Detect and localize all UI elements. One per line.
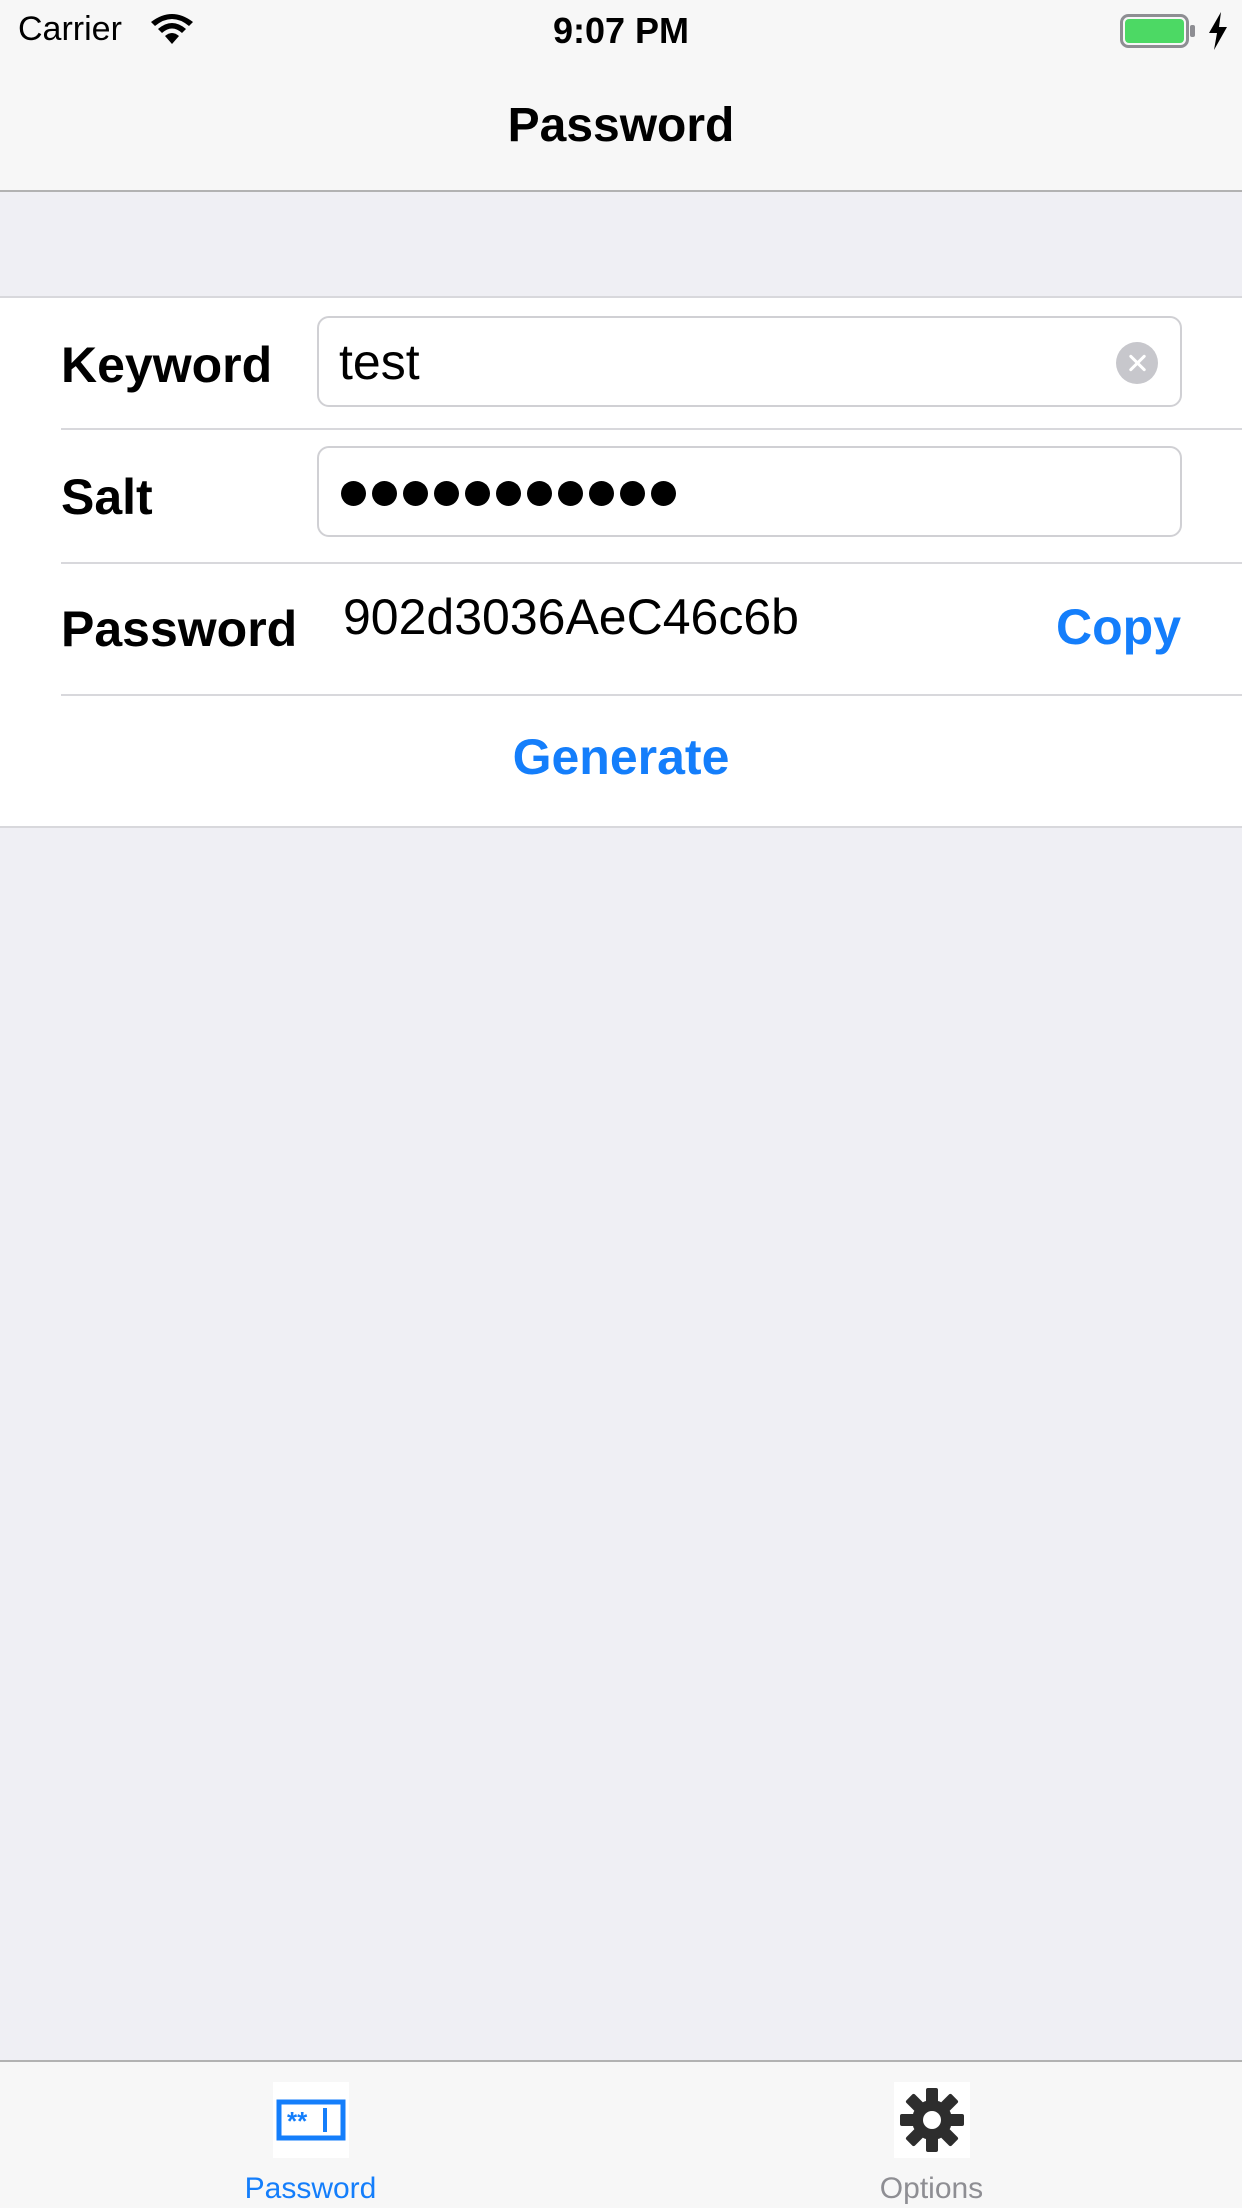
battery-icon (1120, 14, 1195, 48)
masked-char-dot (341, 480, 366, 506)
gear-icon (893, 2082, 970, 2158)
top-bar: Carrier 9:07 PM Password (0, 0, 1242, 192)
salt-masked-value (341, 470, 676, 516)
masked-char-dot (372, 480, 397, 506)
tab-options-label: Options (879, 2172, 984, 2205)
keyword-field[interactable] (317, 316, 1182, 407)
row-divider (61, 562, 1242, 564)
clear-icon[interactable] (1116, 342, 1158, 384)
status-time: 9:07 PM (552, 10, 690, 51)
tab-bar: ** Password Options (0, 2060, 1242, 2208)
masked-char-dot (527, 480, 552, 506)
keyword-input[interactable] (339, 318, 1099, 405)
masked-char-dot (434, 480, 459, 506)
password-field-icon: ** (272, 2082, 349, 2158)
generate-button[interactable]: Generate (0, 728, 1242, 786)
row-divider (61, 694, 1242, 696)
masked-char-dot (403, 480, 428, 506)
page-title: Password (507, 99, 735, 152)
tab-password[interactable]: ** Password (0, 2062, 621, 2208)
generated-password: 902d3036AeC46c6b (343, 589, 799, 645)
copy-button[interactable]: Copy (1056, 598, 1181, 656)
charging-bolt-icon (1209, 12, 1227, 50)
password-label: Password (61, 601, 298, 657)
keyword-row: Keyword (0, 298, 1242, 428)
masked-char-dot (651, 480, 676, 506)
masked-char-dot (496, 480, 521, 506)
svg-text:**: ** (287, 2106, 308, 2136)
masked-char-dot (589, 480, 614, 506)
status-bar: Carrier 9:07 PM (0, 0, 1242, 60)
app-screen: Carrier 9:07 PM Password Keyword test Sa… (0, 0, 1242, 2208)
masked-char-dot (465, 480, 490, 506)
masked-char-dot (620, 480, 645, 506)
salt-label: Salt (61, 469, 153, 525)
masked-char-dot (558, 480, 583, 506)
tab-password-label: Password (244, 2172, 377, 2205)
tab-options[interactable]: Options (621, 2062, 1242, 2208)
salt-row: Salt (0, 430, 1242, 560)
salt-field[interactable] (317, 446, 1182, 537)
keyword-label: Keyword (61, 337, 273, 393)
